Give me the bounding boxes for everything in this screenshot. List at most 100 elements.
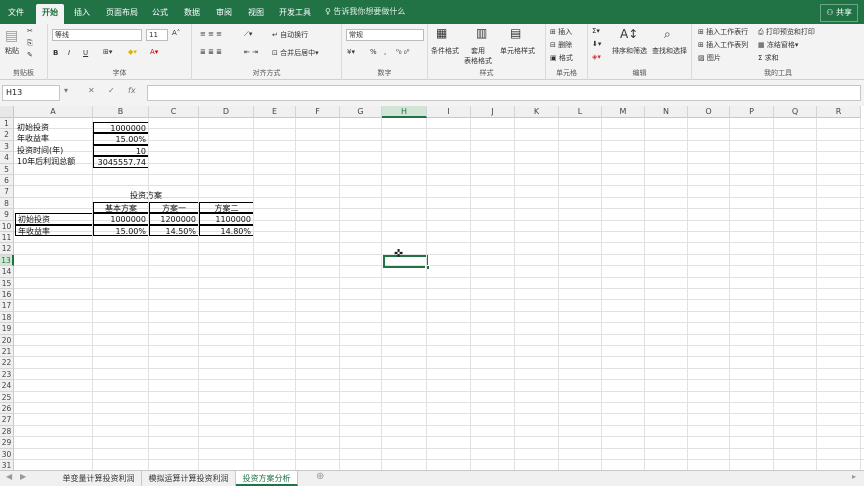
merge-center-button[interactable]: ⊡ 合并后居中▾	[272, 48, 319, 58]
share-button[interactable]: ⚇ 共享	[820, 4, 858, 22]
row-header-2[interactable]: 2	[0, 129, 14, 141]
column-header-i[interactable]: I	[427, 106, 471, 118]
column-header-a[interactable]: A	[14, 106, 93, 118]
name-box[interactable]: H13	[2, 85, 60, 101]
cell-styles-button[interactable]: 单元格样式	[500, 46, 535, 56]
column-header-o[interactable]: O	[688, 106, 730, 118]
cell-a9[interactable]: 初始投资	[15, 213, 93, 225]
picture-button[interactable]: ▨ 图片	[698, 53, 721, 63]
cell-a10[interactable]: 年收益率	[15, 224, 93, 236]
sort-filter-button[interactable]: 排序和筛选	[612, 46, 647, 56]
sum-button[interactable]: Σ 求和	[758, 53, 779, 63]
row-header-18[interactable]: 18	[0, 311, 14, 324]
tab-insert[interactable]: 插入	[68, 4, 96, 24]
fill-icon[interactable]: ⬇▾	[592, 40, 601, 48]
cell-d9[interactable]: 1100000	[199, 213, 254, 225]
row-header-20[interactable]: 20	[0, 334, 14, 346]
sheet-tab-1[interactable]: 单变量计算投资利润	[56, 471, 142, 486]
autosum-icon[interactable]: Σ▾	[592, 27, 600, 35]
tab-data[interactable]: 数据	[178, 4, 206, 24]
row-header-12[interactable]: 12	[0, 243, 14, 255]
header-cell-plan1[interactable]: 方案一	[149, 201, 199, 214]
row-header-27[interactable]: 27	[0, 414, 14, 426]
font-size-select[interactable]: 11	[146, 29, 168, 41]
row-header-16[interactable]: 16	[0, 289, 14, 301]
cell-b1[interactable]: 1000000	[93, 122, 149, 134]
tab-page-layout[interactable]: 页面布局	[100, 4, 144, 24]
row-header-24[interactable]: 24	[0, 380, 14, 392]
font-name-select[interactable]: 等线	[52, 29, 142, 41]
row-header-4[interactable]: 4	[0, 152, 14, 164]
column-header-f[interactable]: F	[296, 106, 340, 118]
scroll-right-icon[interactable]: ▸	[852, 472, 856, 481]
column-header-n[interactable]: N	[645, 106, 688, 118]
insert-col-button[interactable]: ⊞ 插入工作表列	[698, 40, 748, 50]
header-cell-basic[interactable]: 基本方案	[93, 201, 149, 214]
row-header-14[interactable]: 14	[0, 266, 14, 278]
paste-button[interactable]: 粘贴	[5, 46, 19, 56]
freeze-panes-button[interactable]: ▦ 冻结窗格▾	[758, 40, 798, 50]
row-header-25[interactable]: 25	[0, 391, 14, 403]
row-header-5[interactable]: 5	[0, 163, 14, 175]
row-header-30[interactable]: 30	[0, 448, 14, 460]
comma-button[interactable]: ,	[384, 48, 386, 56]
tab-formulas[interactable]: 公式	[146, 4, 174, 24]
paste-icon[interactable]: ▤	[5, 28, 18, 44]
cell-styles-icon[interactable]: ▤	[510, 26, 521, 40]
row-header-31[interactable]: 31	[0, 460, 14, 470]
clear-icon[interactable]: ◈▾	[592, 53, 601, 61]
cell-a1[interactable]: 初始投资	[15, 122, 93, 133]
new-sheet-icon[interactable]: ⊕	[316, 471, 324, 482]
column-header-c[interactable]: C	[149, 106, 199, 118]
cell-b3[interactable]: 10	[93, 144, 149, 157]
row-header-26[interactable]: 26	[0, 403, 14, 415]
row-header-9[interactable]: 9	[0, 209, 14, 221]
insert-cells-button[interactable]: ⊞ 插入	[550, 27, 572, 37]
row-header-10[interactable]: 10	[0, 220, 14, 232]
row-header-22[interactable]: 22	[0, 357, 14, 369]
copy-icon[interactable]: ⎘	[27, 39, 33, 48]
header-cell-plan2[interactable]: 方案二	[199, 201, 254, 214]
number-format-select[interactable]: 常规	[346, 29, 424, 41]
row-header-6[interactable]: 6	[0, 175, 14, 187]
tell-me-box[interactable]: ♀ 告诉我你想要做什么	[325, 4, 405, 20]
orientation-icon[interactable]: ⟋▾	[244, 30, 252, 39]
cell-a2[interactable]: 年收益率	[15, 133, 93, 144]
row-header-11[interactable]: 11	[0, 232, 14, 244]
bold-button[interactable]: B	[53, 49, 58, 57]
sheet-tab-3[interactable]: 投资方案分析	[236, 471, 298, 486]
cell-b10[interactable]: 15.00%	[93, 224, 149, 236]
conditional-format-icon[interactable]: ▦	[436, 26, 447, 40]
grow-font-icon[interactable]: A˄	[172, 29, 180, 37]
column-header-r[interactable]: R	[817, 106, 861, 118]
column-header-m[interactable]: M	[602, 106, 645, 118]
fill-color-icon[interactable]: ◆▾	[128, 48, 137, 56]
column-header-q[interactable]: Q	[774, 106, 817, 118]
column-header-e[interactable]: E	[254, 106, 296, 118]
cell-a4[interactable]: 10年后利润总额	[15, 156, 93, 167]
conditional-format-button[interactable]: 条件格式	[431, 46, 459, 56]
row-header-13[interactable]: 13	[0, 254, 14, 267]
name-box-dropdown-icon[interactable]: ▾	[64, 86, 68, 95]
tab-review[interactable]: 审阅	[210, 4, 238, 24]
prev-sheet-icon[interactable]: ◀	[6, 472, 12, 481]
tab-view[interactable]: 视图	[242, 4, 270, 24]
active-cell-h13[interactable]	[383, 254, 428, 269]
sheet-tab-2[interactable]: 模拟运算计算投资利润	[142, 471, 236, 486]
column-header-g[interactable]: G	[340, 106, 382, 118]
cancel-icon[interactable]: ✕	[88, 86, 95, 95]
decimal-icon[interactable]: ⁰₀ ₀⁰	[396, 48, 409, 56]
tab-file[interactable]: 文件	[2, 4, 30, 24]
align-left-icon[interactable]: ≣ ≣ ≣	[200, 48, 222, 56]
confirm-icon[interactable]: ✓	[108, 86, 115, 95]
row-header-23[interactable]: 23	[0, 368, 14, 381]
row-header-7[interactable]: 7	[0, 186, 14, 198]
find-select-icon[interactable]: ⌕	[664, 27, 671, 42]
find-select-button[interactable]: 查找和选择	[652, 46, 687, 56]
row-header-17[interactable]: 17	[0, 300, 14, 312]
wrap-text-button[interactable]: ↵ 自动换行	[272, 30, 308, 40]
column-header-j[interactable]: J	[471, 106, 515, 118]
column-header-k[interactable]: K	[515, 106, 559, 118]
row-header-3[interactable]: 3	[0, 140, 14, 153]
row-header-15[interactable]: 15	[0, 277, 14, 289]
